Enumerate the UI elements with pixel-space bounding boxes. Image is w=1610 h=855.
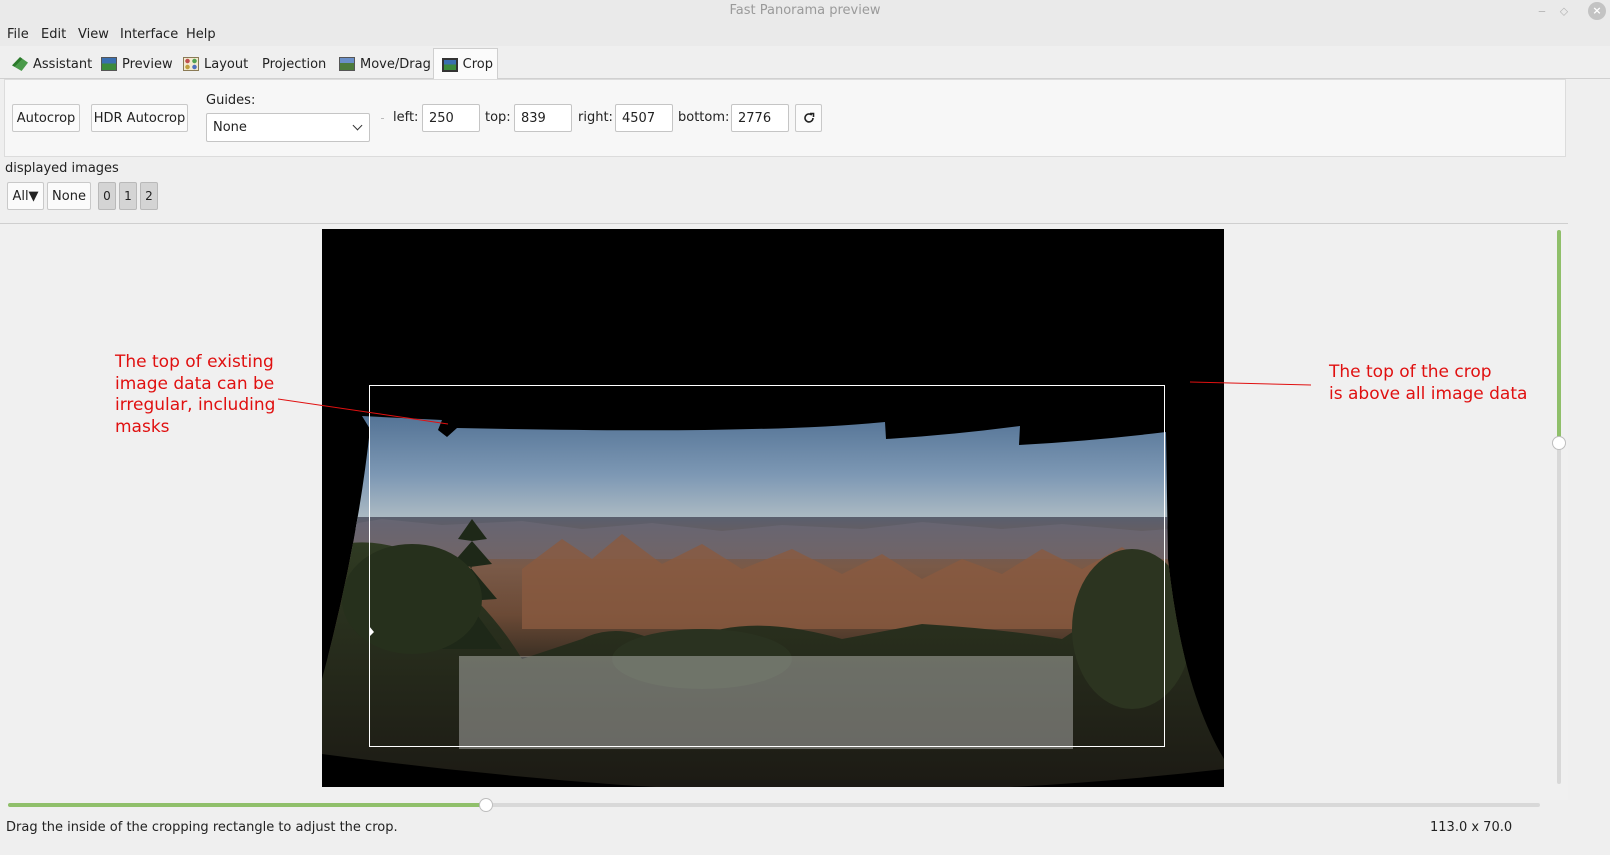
annotation-line: image data can be bbox=[115, 373, 275, 394]
left-label: left: bbox=[393, 110, 419, 125]
tab-label: Move/Drag bbox=[360, 56, 431, 72]
preview-canvas-area bbox=[0, 223, 1568, 800]
annotation-line: masks bbox=[115, 416, 170, 437]
image-toggle-1[interactable]: 1 bbox=[119, 182, 137, 210]
left-input[interactable]: 250 bbox=[422, 104, 480, 132]
crop-icon bbox=[442, 57, 458, 72]
tab-bar: Assistant Preview Layout Projection Move… bbox=[0, 46, 1610, 80]
none-images-button[interactable]: None bbox=[47, 182, 91, 210]
slider-handle[interactable] bbox=[479, 798, 493, 812]
tab-label: Layout bbox=[204, 56, 249, 72]
status-message: Drag the inside of the cropping rectangl… bbox=[6, 820, 398, 835]
annotation-line: The top of existing bbox=[115, 352, 274, 372]
status-bar: Drag the inside of the cropping rectangl… bbox=[0, 818, 1610, 855]
horizontal-fov-slider[interactable] bbox=[8, 798, 1540, 812]
slider-track-filled bbox=[1557, 230, 1561, 443]
displayed-images-bar: displayed images All▼ None 0 1 2 bbox=[0, 160, 1568, 222]
image-toggle-2[interactable]: 2 bbox=[140, 182, 158, 210]
slider-handle[interactable] bbox=[1552, 436, 1566, 450]
slider-track bbox=[1557, 443, 1561, 784]
guides-label: Guides: bbox=[206, 93, 256, 108]
menu-edit[interactable]: Edit bbox=[41, 27, 66, 42]
separator bbox=[381, 118, 384, 119]
annotation-left: The top of existing image data can be ir… bbox=[115, 352, 275, 438]
guides-value: None bbox=[213, 120, 247, 135]
maximize-icon[interactable]: ⬦ bbox=[1554, 1, 1574, 21]
slider-track-filled bbox=[8, 803, 486, 807]
tab-label: Crop bbox=[462, 57, 493, 72]
top-label: top: bbox=[485, 110, 511, 125]
close-icon[interactable]: × bbox=[1588, 2, 1606, 20]
move-drag-icon bbox=[339, 57, 355, 71]
layout-icon bbox=[183, 57, 199, 71]
preview-icon bbox=[101, 57, 117, 71]
fov-readout: 113.0 x 70.0 bbox=[1430, 820, 1513, 835]
tab-crop[interactable]: Crop bbox=[433, 48, 498, 80]
autocrop-button[interactable]: Autocrop bbox=[12, 104, 80, 132]
annotation-line: The top of the crop bbox=[1329, 362, 1492, 382]
menu-bar: File Edit View Interface Help bbox=[0, 23, 1610, 46]
menu-view[interactable]: View bbox=[78, 27, 109, 42]
annotation-lines bbox=[277, 381, 1312, 425]
hdr-autocrop-button[interactable]: HDR Autocrop bbox=[91, 104, 188, 132]
tab-label: Preview bbox=[122, 56, 173, 72]
right-input[interactable]: 4507 bbox=[615, 104, 673, 132]
tab-layout[interactable]: Layout bbox=[179, 49, 252, 79]
vertical-fov-slider[interactable] bbox=[1552, 230, 1566, 784]
menu-help[interactable]: Help bbox=[186, 27, 216, 42]
tab-assistant[interactable]: Assistant bbox=[8, 49, 96, 79]
reset-crop-button[interactable] bbox=[795, 104, 822, 132]
tab-preview[interactable]: Preview bbox=[97, 49, 177, 79]
displayed-images-label: displayed images bbox=[5, 161, 119, 176]
tab-label: Assistant bbox=[33, 56, 93, 72]
right-label: right: bbox=[578, 110, 613, 125]
menu-file[interactable]: File bbox=[7, 27, 29, 42]
image-toggle-0[interactable]: 0 bbox=[98, 182, 116, 210]
bottom-input[interactable]: 2776 bbox=[731, 104, 789, 132]
annotation-line: is above all image data bbox=[1329, 383, 1528, 404]
minimize-icon[interactable]: ‒ bbox=[1532, 1, 1552, 21]
all-images-button[interactable]: All▼ bbox=[7, 182, 44, 210]
tab-move-drag[interactable]: Move/Drag bbox=[335, 49, 435, 79]
title-bar: Fast Panorama preview ‒ ⬦ × bbox=[0, 0, 1610, 23]
bottom-label: bottom: bbox=[678, 110, 730, 125]
menu-interface[interactable]: Interface bbox=[120, 27, 178, 42]
tab-projection[interactable]: Projection bbox=[258, 49, 330, 79]
window-title: Fast Panorama preview bbox=[729, 3, 881, 18]
annotation-line: irregular, including bbox=[115, 395, 276, 415]
refresh-icon bbox=[803, 112, 814, 123]
guides-select[interactable]: None bbox=[206, 113, 370, 142]
tab-label: Projection bbox=[262, 56, 327, 72]
annotation-right: The top of the crop is above all image d… bbox=[1329, 362, 1527, 405]
chevron-down-icon bbox=[352, 120, 363, 131]
slider-track bbox=[486, 803, 1540, 807]
assistant-icon bbox=[12, 57, 28, 71]
top-input[interactable]: 839 bbox=[514, 104, 572, 132]
